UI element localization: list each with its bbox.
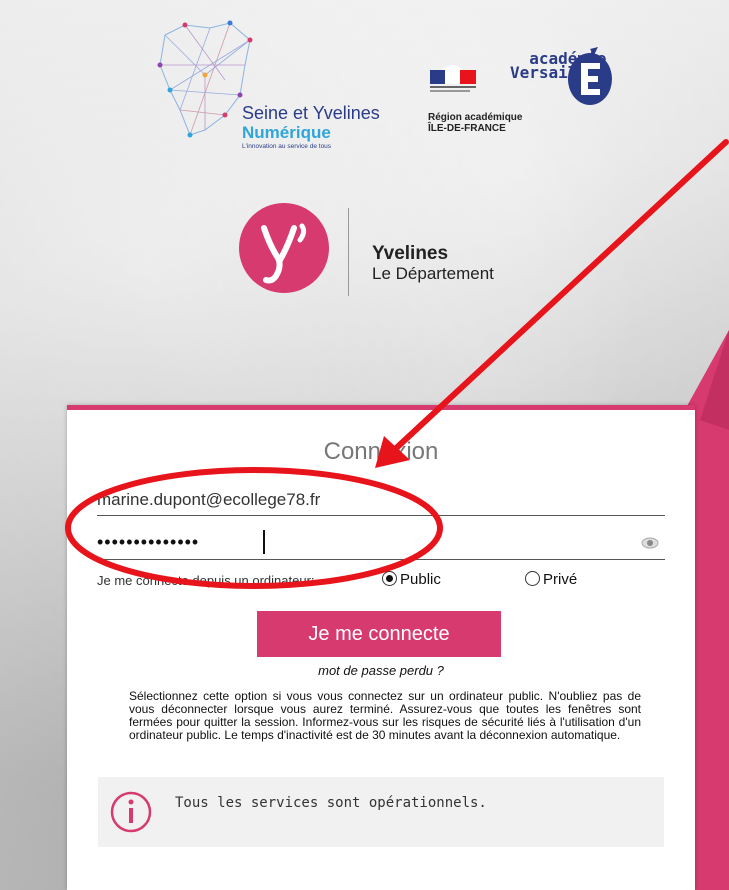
public-computer-info: Sélectionnez cette option si vous vous c… — [129, 689, 641, 742]
password-dots: •••••••••••••• — [97, 532, 200, 552]
text-caret — [263, 530, 265, 554]
yvelines-subtitle: Le Département — [372, 264, 494, 283]
forgot-password-link[interactable]: mot de passe perdu ? — [67, 663, 695, 678]
status-message: Tous les services sont opérationnels. — [175, 795, 487, 811]
login-title: Connexion — [323, 438, 439, 465]
republique-francaise-logo — [430, 65, 476, 92]
yvelines-title: Yvelines — [372, 243, 449, 264]
login-button[interactable]: Je me connecte — [257, 611, 501, 657]
network-map-icon — [157, 20, 253, 138]
region-academique-label: Région académique ÎLE-DE-FRANCE — [428, 112, 522, 134]
eye-icon[interactable] — [641, 536, 659, 550]
radio-public-label: Public — [400, 571, 441, 588]
status-box: Tous les services sont opérationnels. — [98, 777, 664, 847]
radio-public-indicator[interactable] — [382, 571, 397, 586]
academie-e-logo — [568, 47, 612, 105]
seine-et-yvelines-logo: Seine et Yvelines Numérique L'innovation… — [155, 20, 405, 160]
yvelines-y-logo — [239, 203, 329, 293]
syn-subtitle: Numérique — [242, 123, 331, 142]
login-card: Connexion •••••••••••••• Je me connecte … — [67, 405, 695, 890]
syn-title: Seine et Yvelines — [242, 103, 380, 123]
syn-tagline: L'innovation au service de tous — [242, 143, 332, 150]
radio-prive[interactable]: Privé — [525, 571, 577, 588]
password-field[interactable]: •••••••••••••• — [97, 528, 665, 560]
info-icon — [110, 791, 152, 833]
radio-prive-indicator[interactable] — [525, 571, 540, 586]
logo-divider — [348, 208, 349, 296]
device-type-label: Je me connecte depuis un ordinateur: — [97, 573, 315, 588]
radio-public[interactable]: Public — [382, 571, 441, 588]
region-line-2: ÎLE-DE-FRANCE — [428, 123, 506, 134]
radio-prive-label: Privé — [543, 571, 578, 588]
email-field[interactable] — [97, 485, 665, 516]
region-line-1: Région académique — [428, 112, 523, 123]
